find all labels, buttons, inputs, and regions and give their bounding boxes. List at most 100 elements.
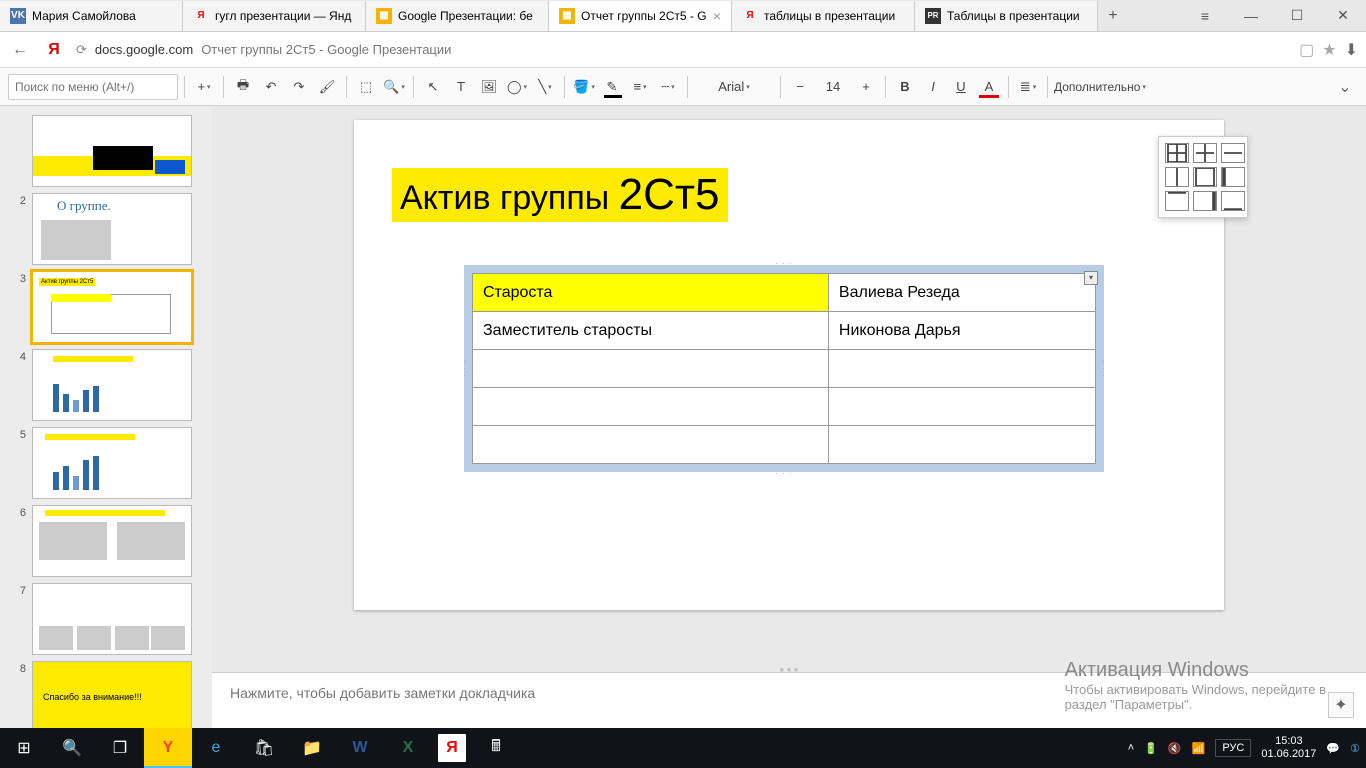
close-window-button[interactable]: ✕ [1320, 0, 1366, 32]
more-button[interactable]: Дополнительно [1054, 74, 1174, 100]
select-tool-button[interactable]: ↖ [420, 74, 446, 100]
line-button[interactable]: ╲ [532, 74, 558, 100]
hamburger-icon[interactable]: ≡ [1182, 0, 1228, 32]
slide-title[interactable]: Актив группы 2Ст5 [392, 168, 728, 222]
canvas-scroll[interactable]: Актив группы 2Ст5 · · · · · · · · · · · … [212, 106, 1366, 666]
font-family-dropdown[interactable]: Arial [694, 74, 774, 100]
border-all-icon[interactable] [1165, 143, 1189, 163]
paint-format-button[interactable]: 🖌 [314, 74, 340, 100]
slide-thumb[interactable]: О группе. [32, 193, 192, 265]
yandex-home-button[interactable]: Я [42, 38, 66, 62]
textbox-button[interactable]: T [448, 74, 474, 100]
table-cell[interactable] [828, 388, 1095, 426]
explore-button[interactable]: ✦ [1328, 692, 1354, 718]
table-cell[interactable]: Заместитель старосты [473, 312, 829, 350]
store-taskbar-icon[interactable]: 🛍 [240, 728, 288, 768]
maximize-button[interactable]: ☐ [1274, 0, 1320, 32]
table-handle-dots[interactable]: · · · [460, 360, 469, 377]
align-button[interactable]: ≣ [1015, 74, 1041, 100]
calculator-taskbar-icon[interactable]: 🖩 [472, 728, 520, 768]
browser-tab[interactable]: Я таблицы в презентации [732, 1, 915, 31]
border-left-icon[interactable] [1221, 167, 1245, 187]
table-cell[interactable]: Валиева Резеда [828, 274, 1095, 312]
slide-thumb-selected[interactable]: Актив группы 2Ст5 [32, 271, 192, 343]
browser-tab[interactable]: PR Таблицы в презентации [915, 1, 1098, 31]
notifications-icon[interactable]: 💬 [1326, 742, 1340, 755]
slide-thumb[interactable]: Спасибо за внимание!!! [32, 661, 192, 728]
browser-tab[interactable]: ▦ Google Презентации: бе [366, 1, 549, 31]
slide-table[interactable]: СтаростаВалиева Резеда Заместитель старо… [472, 273, 1096, 464]
wifi-icon[interactable]: 📶 [1192, 742, 1206, 755]
slide-thumbnails[interactable]: 2 О группе. 3 Актив группы 2Ст5 4 5 [0, 106, 212, 728]
image-button[interactable]: 🖼 [476, 74, 502, 100]
task-view-button[interactable]: ❐ [96, 728, 144, 768]
close-tab-icon[interactable]: × [713, 8, 721, 24]
table-cell[interactable] [473, 350, 829, 388]
slide-thumb[interactable] [32, 427, 192, 499]
table-cell[interactable] [828, 350, 1095, 388]
table-cell[interactable]: Староста [473, 274, 829, 312]
new-slide-button[interactable]: + [191, 74, 217, 100]
border-bottom-icon[interactable] [1221, 191, 1245, 211]
border-right-icon[interactable] [1193, 191, 1217, 211]
explorer-taskbar-icon[interactable]: 📁 [288, 728, 336, 768]
table-handle-dots[interactable]: · · · [775, 259, 792, 268]
font-size-increase[interactable]: + [853, 74, 879, 100]
underline-button[interactable]: U [948, 74, 974, 100]
table-cell[interactable]: Никонова Дарья [828, 312, 1095, 350]
border-dash-button[interactable]: ┄ [655, 74, 681, 100]
table-cell[interactable] [473, 426, 829, 464]
border-inner-icon[interactable] [1193, 143, 1217, 163]
table-menu-icon[interactable]: ▾ [1084, 271, 1098, 285]
border-vertical-icon[interactable] [1165, 167, 1189, 187]
download-icon[interactable]: ⬇ [1345, 40, 1358, 60]
bold-button[interactable]: B [892, 74, 918, 100]
font-size-field[interactable]: 14 [815, 74, 851, 100]
table-cell[interactable] [828, 426, 1095, 464]
shape-button[interactable]: ◯ [504, 74, 530, 100]
browser-tab-active[interactable]: ▦ Отчет группы 2Ст5 - G × [549, 1, 732, 31]
search-button[interactable]: 🔍 [48, 728, 96, 768]
border-horizontal-icon[interactable] [1221, 143, 1245, 163]
italic-button[interactable]: I [920, 74, 946, 100]
shield-icon[interactable]: ▢ [1299, 40, 1314, 60]
language-indicator[interactable]: РУС [1215, 739, 1251, 757]
excel-taskbar-icon[interactable]: X [384, 728, 432, 768]
border-color-button[interactable]: ✎ [599, 74, 625, 100]
border-weight-button[interactable]: ≡ [627, 74, 653, 100]
undo-button[interactable]: ↶ [258, 74, 284, 100]
clock[interactable]: 15:03 01.06.2017 [1261, 735, 1316, 761]
volume-icon[interactable]: 🔇 [1168, 742, 1182, 755]
new-tab-button[interactable]: + [1098, 7, 1128, 25]
overflow-chevron-icon[interactable]: ⌄ [1332, 77, 1358, 97]
zoom-fit-button[interactable]: ⬚ [353, 74, 379, 100]
yandex-taskbar-icon[interactable]: Я [438, 734, 466, 762]
table-border-popup[interactable] [1158, 136, 1248, 218]
zoom-button[interactable]: 🔍 [381, 74, 407, 100]
slide-thumb[interactable] [32, 115, 192, 187]
edge-taskbar-icon[interactable]: e [192, 728, 240, 768]
text-color-button[interactable]: A [976, 74, 1002, 100]
fill-color-button[interactable]: 🪣 [571, 74, 597, 100]
table-handle-dots[interactable]: · · · [775, 469, 792, 478]
address-field[interactable]: ⟳ docs.google.com Отчет группы 2Ст5 - Go… [76, 42, 1289, 58]
redo-button[interactable]: ↷ [286, 74, 312, 100]
table-handle-dots[interactable]: · · · [1099, 360, 1108, 377]
print-button[interactable]: 🖶 [230, 74, 256, 100]
back-button[interactable]: ← [8, 38, 32, 62]
slide-table-wrapper[interactable]: · · · · · · · · · · · · ▾ СтаростаВалиев… [464, 265, 1104, 472]
minimize-button[interactable]: — [1228, 0, 1274, 32]
battery-icon[interactable]: 🔋 [1144, 742, 1158, 755]
word-taskbar-icon[interactable]: W [336, 728, 384, 768]
network-status-icon[interactable]: ① [1350, 742, 1360, 755]
slide-thumb[interactable] [32, 583, 192, 655]
table-cell[interactable] [473, 388, 829, 426]
border-outer-icon[interactable] [1193, 167, 1217, 187]
slide-thumb[interactable] [32, 349, 192, 421]
tray-chevron-icon[interactable]: ˄ [1128, 742, 1134, 754]
slide-canvas[interactable]: Актив группы 2Ст5 · · · · · · · · · · · … [354, 120, 1224, 610]
browser-tab[interactable]: Я гугл презентации — Янд [183, 1, 366, 31]
yandex-browser-taskbar-icon[interactable]: Y [144, 728, 192, 768]
border-top-icon[interactable] [1165, 191, 1189, 211]
bookmark-icon[interactable]: ★ [1322, 40, 1336, 60]
